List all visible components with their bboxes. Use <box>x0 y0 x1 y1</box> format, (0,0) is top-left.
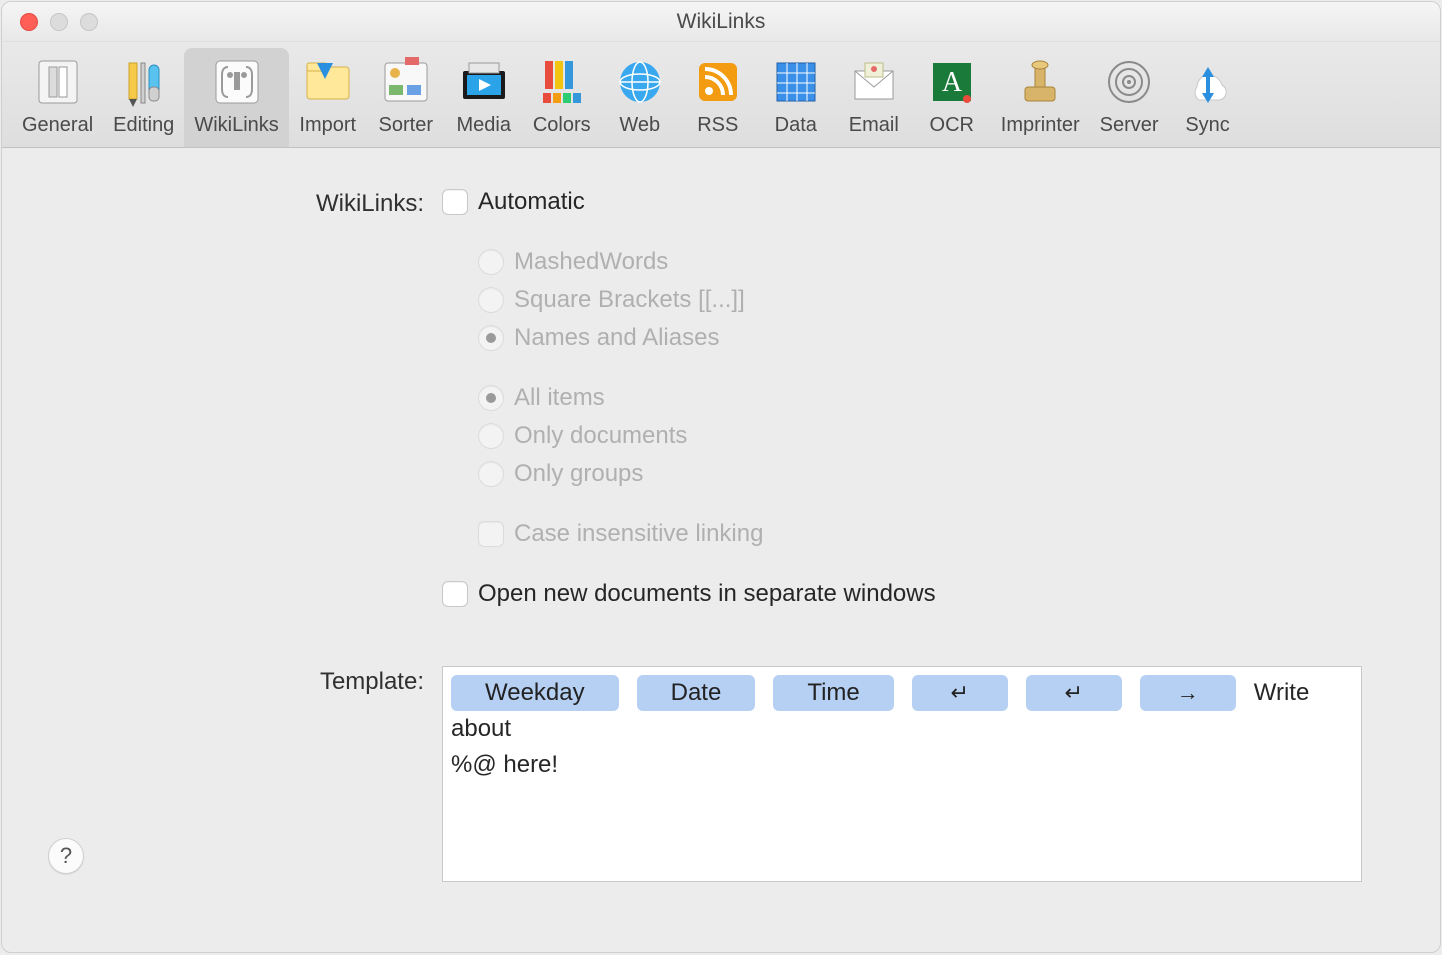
tab-email[interactable]: Email <box>835 48 913 147</box>
imprinter-icon <box>1012 54 1068 110</box>
editing-icon <box>116 54 172 110</box>
token-time[interactable]: Time <box>773 675 893 711</box>
window-controls <box>2 13 98 31</box>
open-separate-checkbox[interactable] <box>442 581 468 607</box>
tab-label: Server <box>1100 114 1159 137</box>
tab-label: Import <box>299 114 356 137</box>
tab-label: Imprinter <box>1001 114 1080 137</box>
scope-groups-radio <box>478 461 504 487</box>
open-separate-label: Open new documents in separate windows <box>478 580 936 608</box>
token-tab[interactable]: → <box>1140 675 1236 711</box>
wikilinks-icon <box>209 54 265 110</box>
token-return[interactable]: ↵ <box>912 675 1008 711</box>
automatic-label: Automatic <box>478 188 585 216</box>
svg-text:A: A <box>942 67 963 98</box>
tab-label: General <box>22 114 93 137</box>
tab-label: Editing <box>113 114 174 137</box>
template-textbox[interactable]: WeekdayDateTime↵↵→Write about %@ here! <box>442 666 1362 882</box>
tab-label: OCR <box>930 114 974 137</box>
help-icon: ? <box>60 843 72 869</box>
import-icon <box>300 54 356 110</box>
tab-general[interactable]: General <box>12 48 103 147</box>
help-button[interactable]: ? <box>48 838 84 874</box>
scope-groups-label: Only groups <box>514 460 643 488</box>
case-insensitive-checkbox <box>478 521 504 547</box>
general-icon <box>30 54 86 110</box>
sorter-icon <box>378 54 434 110</box>
token-return-2[interactable]: ↵ <box>1026 675 1122 711</box>
tab-server[interactable]: Server <box>1090 48 1169 147</box>
token-weekday[interactable]: Weekday <box>451 675 619 711</box>
tab-rss[interactable]: RSS <box>679 48 757 147</box>
tab-label: Colors <box>533 114 591 137</box>
style-names-radio <box>478 325 504 351</box>
scope-docs-label: Only documents <box>514 422 687 450</box>
minimize-window-button[interactable] <box>50 13 68 31</box>
tab-label: Data <box>775 114 817 137</box>
web-icon <box>612 54 668 110</box>
style-names-label: Names and Aliases <box>514 324 719 352</box>
template-free-text-2: %@ here! <box>451 751 558 778</box>
scope-all-radio <box>478 385 504 411</box>
sync-icon <box>1180 54 1236 110</box>
tab-data[interactable]: Data <box>757 48 835 147</box>
case-insensitive-label: Case insensitive linking <box>514 520 763 548</box>
tab-ocr[interactable]: A OCR <box>913 48 991 147</box>
tab-editing[interactable]: Editing <box>103 48 184 147</box>
tab-colors[interactable]: Colors <box>523 48 601 147</box>
email-icon <box>846 54 902 110</box>
data-icon <box>768 54 824 110</box>
wikilinks-section-label: WikiLinks: <box>62 188 442 218</box>
tab-label: Sorter <box>379 114 433 137</box>
tab-import[interactable]: Import <box>289 48 367 147</box>
preferences-window: WikiLinks General <box>1 1 1441 953</box>
tab-sorter[interactable]: Sorter <box>367 48 445 147</box>
preferences-toolbar: General Editing <box>2 42 1440 148</box>
tab-label: Web <box>619 114 660 137</box>
close-window-button[interactable] <box>20 13 38 31</box>
rss-icon <box>690 54 746 110</box>
tab-sync[interactable]: Sync <box>1169 48 1247 147</box>
template-section-label: Template: <box>62 666 442 696</box>
content-pane: WikiLinks: Automatic MashedWords Square … <box>2 148 1440 952</box>
media-icon <box>456 54 512 110</box>
scope-all-label: All items <box>514 384 605 412</box>
style-mashedwords-radio <box>478 249 504 275</box>
tab-wikilinks[interactable]: WikiLinks <box>184 48 288 147</box>
tab-media[interactable]: Media <box>445 48 523 147</box>
scope-docs-radio <box>478 423 504 449</box>
style-brackets-label: Square Brackets [[...]] <box>514 286 745 314</box>
window-title: WikiLinks <box>2 10 1440 34</box>
colors-icon <box>534 54 590 110</box>
ocr-icon: A <box>924 54 980 110</box>
automatic-checkbox[interactable] <box>442 189 468 215</box>
tab-label: RSS <box>697 114 738 137</box>
tab-label: WikiLinks <box>194 114 278 137</box>
zoom-window-button[interactable] <box>80 13 98 31</box>
titlebar: WikiLinks <box>2 2 1440 42</box>
token-date[interactable]: Date <box>637 675 756 711</box>
tab-imprinter[interactable]: Imprinter <box>991 48 1090 147</box>
style-brackets-radio <box>478 287 504 313</box>
tab-label: Media <box>457 114 511 137</box>
tab-label: Sync <box>1185 114 1229 137</box>
style-mashedwords-label: MashedWords <box>514 248 668 276</box>
server-icon <box>1101 54 1157 110</box>
tab-label: Email <box>849 114 899 137</box>
tab-web[interactable]: Web <box>601 48 679 147</box>
